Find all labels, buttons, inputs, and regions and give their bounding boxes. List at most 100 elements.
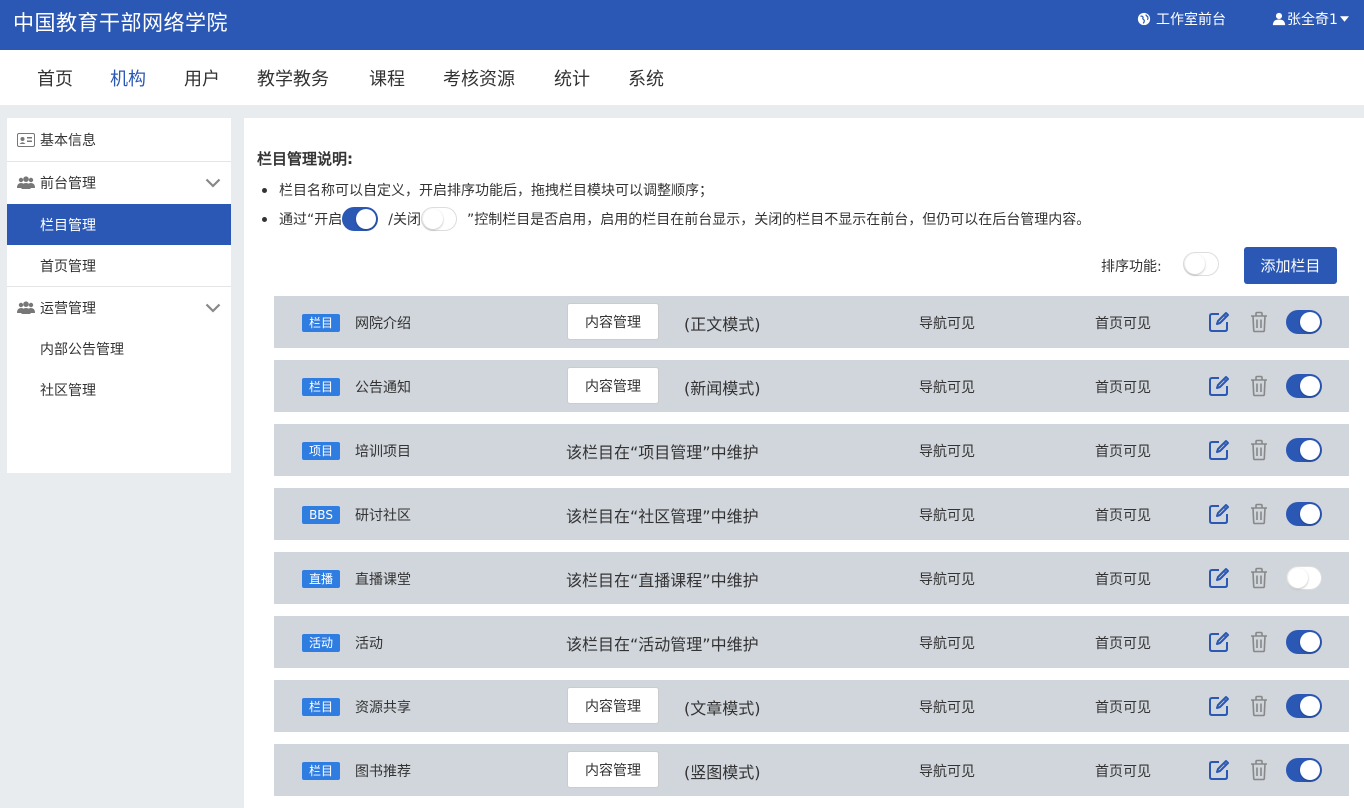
maintenance-note: 该栏目在“社区管理”中维护	[566, 507, 759, 526]
edit-icon[interactable]	[1207, 374, 1231, 398]
home-visible-label: 首页可见	[1095, 700, 1151, 716]
column-enable-toggle[interactable]	[1286, 566, 1322, 590]
intro-line-1: 栏目名称可以自定义，开启排序功能后，拖拽栏目模块可以调整顺序；	[279, 183, 713, 199]
chevron-down-icon	[205, 303, 221, 313]
nav-courses[interactable]: 课程	[369, 65, 405, 91]
sidebar-item-notice-mgmt[interactable]: 内部公告管理	[7, 328, 231, 369]
user-name: 张全奇1	[1287, 12, 1338, 28]
top-bar: 中国教育干部网络学院 工作室前台 张全奇1	[0, 0, 1364, 50]
content-manage-button[interactable]: 内容管理	[567, 367, 659, 404]
column-row[interactable]: 栏目 公告通知 内容管理 (新闻模式) 导航可见 首页可见	[274, 360, 1349, 412]
intro-bullet-2: 通过“开启 /关闭 ”控制栏目是否启用，启用的栏目在前台显示，关闭的栏目不显示在…	[262, 207, 1090, 231]
sidebar-item-basic-info[interactable]: 基本信息	[7, 118, 231, 161]
column-type-tag: 活动	[302, 634, 340, 652]
maintenance-note: 该栏目在“直播课程”中维护	[566, 571, 759, 590]
toggle-knob	[1300, 760, 1320, 780]
sort-toggle[interactable]	[1183, 252, 1219, 276]
intro-bullet-1: 栏目名称可以自定义，开启排序功能后，拖拽栏目模块可以调整顺序；	[262, 180, 713, 200]
column-row[interactable]: BBS 研讨社区 该栏目在“社区管理”中维护 导航可见 首页可见	[274, 488, 1349, 540]
home-visible-label: 首页可见	[1095, 508, 1151, 524]
edit-icon[interactable]	[1207, 502, 1231, 526]
nav-visible-label: 导航可见	[919, 764, 975, 780]
trash-icon[interactable]	[1249, 439, 1269, 461]
studio-front-link[interactable]: 工作室前台	[1137, 9, 1226, 29]
content-manage-button[interactable]: 内容管理	[567, 751, 659, 788]
users-icon	[17, 300, 35, 314]
trash-icon[interactable]	[1249, 375, 1269, 397]
toggle-knob	[1288, 568, 1308, 588]
trash-icon[interactable]	[1249, 567, 1269, 589]
column-row[interactable]: 活动 活动 该栏目在“活动管理”中维护 导航可见 首页可见	[274, 616, 1349, 668]
column-row[interactable]: 项目 培训项目 该栏目在“项目管理”中维护 导航可见 首页可见	[274, 424, 1349, 476]
edit-icon[interactable]	[1207, 438, 1231, 462]
sidebar-item-label: 运营管理	[40, 300, 96, 317]
column-row[interactable]: 栏目 图书推荐 内容管理 (竖图模式) 导航可见 首页可见	[274, 744, 1349, 796]
column-enable-toggle[interactable]	[1286, 310, 1322, 334]
sidebar-group-front-mgmt[interactable]: 前台管理	[7, 162, 231, 204]
home-visible-label: 首页可见	[1095, 316, 1151, 332]
edit-icon[interactable]	[1207, 566, 1231, 590]
column-enable-toggle[interactable]	[1286, 630, 1322, 654]
column-row[interactable]: 直播 直播课堂 该栏目在“直播课程”中维护 导航可见 首页可见	[274, 552, 1349, 604]
sidebar-item-label: 内部公告管理	[40, 341, 124, 358]
globe-icon	[1137, 12, 1151, 26]
sort-label: 排序功能:	[1101, 259, 1162, 275]
add-column-button[interactable]: 添加栏目	[1244, 247, 1337, 284]
column-enable-toggle[interactable]	[1286, 438, 1322, 462]
sidebar-item-label: 前台管理	[40, 176, 96, 192]
toggle-knob	[1185, 254, 1205, 274]
maintenance-note: 该栏目在“项目管理”中维护	[566, 443, 759, 462]
trash-icon[interactable]	[1249, 503, 1269, 525]
nav-organization[interactable]: 机构	[110, 65, 146, 91]
column-enable-toggle[interactable]	[1286, 374, 1322, 398]
edit-icon[interactable]	[1207, 310, 1231, 334]
content-manage-button[interactable]: 内容管理	[567, 303, 659, 340]
toggle-knob	[1300, 696, 1320, 716]
user-menu[interactable]: 张全奇1	[1272, 9, 1349, 29]
column-name: 研讨社区	[355, 508, 411, 524]
column-mode: (正文模式)	[684, 315, 761, 334]
trash-icon[interactable]	[1249, 311, 1269, 333]
trash-icon[interactable]	[1249, 631, 1269, 653]
edit-icon[interactable]	[1207, 630, 1231, 654]
intro-line-2b: /关闭	[388, 212, 421, 228]
nav-users[interactable]: 用户	[184, 65, 220, 91]
column-enable-toggle[interactable]	[1286, 694, 1322, 718]
column-name: 图书推荐	[355, 764, 411, 780]
home-visible-label: 首页可见	[1095, 572, 1151, 588]
column-enable-toggle[interactable]	[1286, 758, 1322, 782]
bullet-dot	[262, 187, 267, 193]
sidebar-item-label: 社区管理	[40, 382, 96, 399]
caret-down-icon	[1339, 16, 1349, 22]
edit-icon[interactable]	[1207, 758, 1231, 782]
nav-visible-label: 导航可见	[919, 700, 975, 716]
nav-assessment[interactable]: 考核资源	[443, 65, 515, 91]
column-mode: (新闻模式)	[684, 379, 761, 398]
nav-teaching[interactable]: 教学教务	[257, 65, 329, 91]
trash-icon[interactable]	[1249, 759, 1269, 781]
nav-home[interactable]: 首页	[37, 65, 73, 91]
column-row[interactable]: 栏目 网院介绍 内容管理 (正文模式) 导航可见 首页可见	[274, 296, 1349, 348]
sidebar-group-ops-mgmt[interactable]: 运营管理	[7, 287, 231, 328]
sidebar: 基本信息 前台管理 栏目管理 首页管理 运营管理 内部公告管理 社区管理	[7, 118, 231, 473]
edit-icon[interactable]	[1207, 694, 1231, 718]
trash-icon[interactable]	[1249, 695, 1269, 717]
sidebar-item-column-mgmt[interactable]: 栏目管理	[7, 204, 231, 245]
main-nav: 首页 机构 用户 教学教务 课程 考核资源 统计 系统	[0, 50, 1364, 105]
sidebar-item-community-mgmt[interactable]: 社区管理	[7, 369, 231, 410]
maintenance-note: 该栏目在“活动管理”中维护	[566, 635, 759, 654]
sidebar-item-home-mgmt[interactable]: 首页管理	[7, 245, 231, 286]
column-row[interactable]: 栏目 资源共享 内容管理 (文章模式) 导航可见 首页可见	[274, 680, 1349, 732]
nav-visible-label: 导航可见	[919, 508, 975, 524]
column-type-tag: 直播	[302, 570, 340, 588]
column-enable-toggle[interactable]	[1286, 502, 1322, 526]
nav-statistics[interactable]: 统计	[554, 65, 590, 91]
column-type-tag: 栏目	[302, 698, 340, 716]
toggle-knob	[422, 209, 443, 229]
main-panel: 栏目管理说明: 栏目名称可以自定义，开启排序功能后，拖拽栏目模块可以调整顺序； …	[244, 118, 1364, 808]
toggle-knob	[356, 209, 377, 229]
toggle-knob	[1300, 312, 1320, 332]
content-manage-button[interactable]: 内容管理	[567, 687, 659, 724]
nav-visible-label: 导航可见	[919, 444, 975, 460]
nav-system[interactable]: 系统	[628, 65, 664, 91]
